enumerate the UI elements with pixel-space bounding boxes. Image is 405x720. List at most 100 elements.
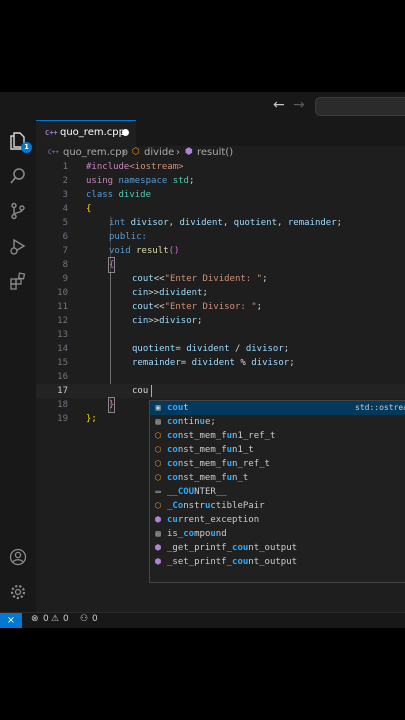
suggestion-item[interactable]: ▤ is_compound	[150, 527, 405, 541]
suggestion-item[interactable]: ⬡ const_mem_fun1_ref_t	[150, 429, 405, 443]
line-code: {	[107, 257, 116, 273]
suggestion-item[interactable]: ▭ __COUNTER__	[150, 485, 405, 499]
suggestion-item[interactable]: ⬢ _set_printf_count_output	[150, 555, 405, 569]
line-code: };	[86, 414, 97, 424]
suggestion-item[interactable]: ⬡ const_mem_fun_t	[150, 471, 405, 485]
code-line: 1 #include<iostream>	[36, 160, 405, 174]
ports-count[interactable]: 0	[92, 614, 98, 624]
line-number: 7	[62, 246, 68, 256]
suggestion-item[interactable]: ⬢ _get_printf_count_output	[150, 541, 405, 555]
breadcrumb-class[interactable]: divide	[144, 147, 174, 158]
line-code: public:	[109, 232, 147, 242]
tab-label: quo_rem.cpp	[60, 127, 125, 138]
line-number: 18	[57, 400, 68, 410]
breadcrumb-separator: ›	[122, 147, 126, 158]
code-line: 12 cin>>divisor;	[36, 314, 405, 328]
warning-icon[interactable]: ⚠	[51, 614, 59, 624]
search-icon[interactable]	[5, 163, 31, 189]
line-code: cout<<"Enter Divident: ";	[132, 274, 268, 284]
command-center-search[interactable]	[315, 97, 405, 116]
line-code: {	[86, 204, 92, 214]
line-number: 5	[62, 218, 68, 228]
snippet-icon: ▤	[155, 529, 161, 538]
code-line: 13	[36, 328, 405, 342]
code-line: 6 public:	[36, 230, 405, 244]
line-number: 10	[57, 288, 68, 298]
breadcrumb: C++ quo_rem.cpp › ⬡ divide › ⬢ result()	[36, 146, 405, 160]
gear-icon[interactable]	[5, 579, 31, 605]
arrow-left-icon[interactable]: ←	[273, 97, 285, 113]
activity-bar: 1	[0, 120, 36, 612]
class-icon: ⬡	[154, 501, 162, 510]
source-control-icon[interactable]	[5, 198, 31, 224]
line-code: void result()	[109, 246, 180, 256]
line-number: 13	[57, 330, 68, 340]
ports-icon[interactable]: ⚇	[80, 614, 88, 624]
suggestion-item[interactable]: ▣coutstd::ostream std::cout	[150, 401, 405, 415]
code-line: 4{	[36, 202, 405, 216]
keyword-icon: ▭	[155, 487, 161, 496]
code-line: 2 using namespace std;	[36, 174, 405, 188]
breadcrumb-separator: ›	[176, 147, 180, 158]
method-icon: ⬢	[154, 543, 162, 552]
code-line: 3 class divide	[36, 188, 405, 202]
class-icon: ⬡	[154, 459, 162, 468]
code-line: 14 quotient= divident / divisor;	[36, 342, 405, 356]
suggestion-item[interactable]: ⬢ current_exception	[150, 513, 405, 527]
line-code: cin>>divident;	[132, 288, 208, 298]
error-count[interactable]: 0	[43, 614, 49, 624]
editor-tab-bar: C++ quo_rem.cpp	[36, 120, 405, 146]
run-debug-icon[interactable]	[5, 233, 31, 259]
warning-count[interactable]: 0	[63, 614, 69, 624]
line-code: cout<<"Enter Divisor: ";	[132, 302, 263, 312]
code-line: 7 void result()	[36, 244, 405, 258]
code-line: 5 int divisor, divident, quotient, remain…	[36, 216, 405, 230]
line-number: 15	[57, 358, 68, 368]
line-number: 19	[57, 414, 68, 424]
remote-indicator-icon[interactable]: ⨯	[0, 613, 22, 628]
unsaved-dot-icon[interactable]	[122, 129, 129, 136]
suggestion-item[interactable]: ⬡ const_mem_fun1_t	[150, 443, 405, 457]
class-icon: ⬡	[154, 445, 162, 454]
breadcrumb-method[interactable]: result()	[197, 147, 233, 158]
line-code: cin>>divisor;	[132, 316, 203, 326]
code-line: 16	[36, 370, 405, 384]
line-code: quotient= divident / divisor;	[132, 344, 290, 354]
explorer-badge: 1	[21, 142, 32, 153]
class-icon: ⬡	[132, 147, 140, 157]
explorer-icon[interactable]: 1	[5, 128, 32, 154]
status-bar: ⨯ ⊗ 0 ⚠ 0 ⚇ 0	[0, 612, 405, 628]
line-code: #include<iostream>	[86, 162, 184, 172]
method-icon: ⬢	[154, 515, 162, 524]
snippet-icon: ▣	[155, 403, 161, 412]
method-icon: ⬢	[154, 557, 162, 566]
suggest-widget[interactable]: ▣coutstd::ostream std::cout ▤continue; ⬡…	[149, 400, 405, 583]
code-line: 10 cin>>divident;	[36, 286, 405, 300]
account-icon[interactable]	[5, 544, 31, 570]
breadcrumb-file[interactable]: quo_rem.cpp	[63, 147, 128, 158]
cpp-file-icon: C++	[45, 129, 58, 137]
class-icon: ⬡	[154, 473, 162, 482]
suggestion-detail: std::ostream std::cout	[355, 403, 405, 412]
code-line-active: 17 cou	[36, 384, 405, 398]
line-number: 14	[57, 344, 68, 354]
line-number: 17	[57, 386, 68, 396]
line-number: 16	[57, 372, 68, 382]
suggestion-item[interactable]: ▤ continue;	[150, 415, 405, 429]
suggestion-item[interactable]: ⬡ _ConstructiblePair	[150, 499, 405, 513]
arrow-right-icon[interactable]: →	[293, 97, 305, 113]
line-code: remainder= divident % divisor;	[132, 358, 295, 368]
line-code: class divide	[86, 190, 152, 200]
error-icon[interactable]: ⊗	[31, 614, 39, 624]
line-number: 2	[62, 176, 68, 186]
suggestion-item[interactable]: ⬡ const_mem_fun_ref_t	[150, 457, 405, 471]
snippet-icon: ▤	[155, 417, 161, 426]
code-line: 9 cout<<"Enter Divident: ";	[36, 272, 405, 286]
line-number: 8	[62, 260, 68, 270]
line-code: }	[107, 397, 116, 413]
line-code: using namespace std;	[86, 176, 195, 186]
title-bar: ← →	[0, 92, 405, 120]
line-number: 3	[62, 190, 68, 200]
extensions-icon[interactable]	[5, 268, 31, 294]
tab-quo-rem-cpp[interactable]: C++ quo_rem.cpp	[36, 120, 136, 146]
